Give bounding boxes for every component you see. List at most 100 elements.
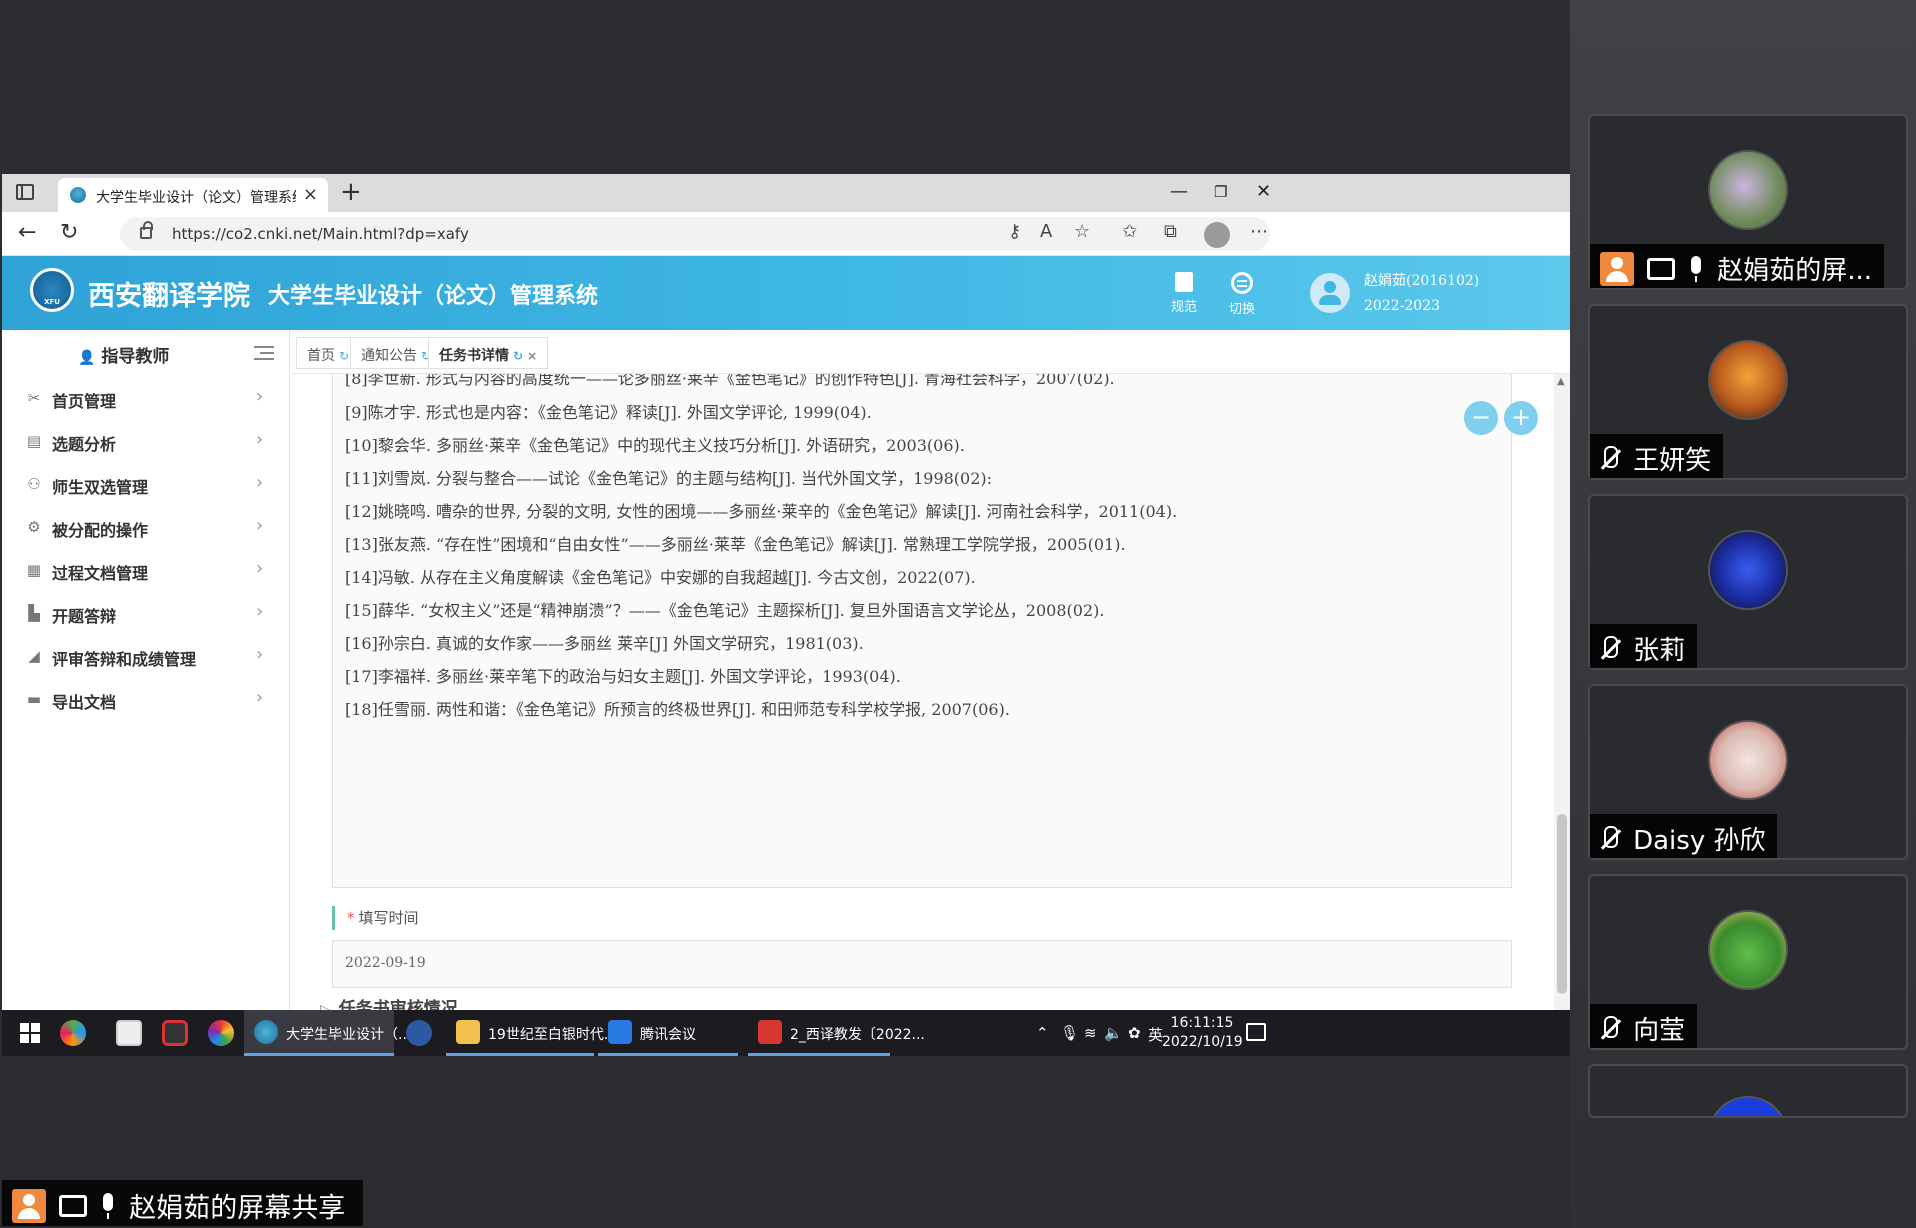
refresh-icon[interactable]: ↻ (339, 349, 349, 363)
sidebar-item-label: 师生双选管理 (52, 478, 149, 497)
refresh-icon[interactable]: ↻ (513, 349, 523, 363)
participant-name-bar: 向莹 (1590, 1004, 1698, 1048)
tab-actions-icon[interactable] (16, 184, 34, 200)
collections-icon[interactable]: ⧉ (1164, 222, 1177, 242)
more-menu-icon[interactable]: ⋯ (1250, 222, 1268, 242)
chevron-right-icon: › (256, 558, 264, 579)
close-tab-icon[interactable]: × (303, 184, 318, 205)
participant-tile[interactable]: 王妍笑 (1588, 304, 1908, 480)
reference-item: [11]刘雪岚. 分裂与整合——试论《金色笔记》的主题与结构[J]. 当代外国文… (345, 469, 993, 488)
required-mark: * (347, 909, 355, 927)
browser-tab[interactable]: 大学生毕业设计（论文）管理系统 × (58, 178, 328, 212)
restore-icon[interactable]: ❐ (1214, 182, 1227, 202)
host-icon (1600, 251, 1634, 286)
participant-tile[interactable]: Daisy 孙欣 (1588, 684, 1908, 860)
muted-microphone-icon (1600, 1015, 1618, 1042)
muted-microphone-icon (1600, 635, 1618, 662)
reload-icon[interactable]: ↻ (60, 221, 78, 245)
guidelines-label: 规范 (1170, 300, 1197, 315)
pinned-app-icon[interactable] (406, 1020, 432, 1046)
taskbar-app-tencent-meeting[interactable]: 腾讯会议 (598, 1010, 738, 1056)
fill-time-text: 填写时间 (358, 909, 419, 927)
collapse-sidebar-icon[interactable] (254, 346, 274, 360)
minimize-icon[interactable]: — (1170, 182, 1188, 202)
switch-icon (1231, 272, 1253, 294)
bar-chart-icon: ▙ (28, 604, 40, 622)
review-section-toggle[interactable]: ▷ 任务书审核情况 (320, 994, 458, 1010)
participant-tile[interactable]: 赵娟茹的屏... (1588, 114, 1908, 290)
tab-label: 通知公告 (361, 348, 417, 364)
ime-status-icon[interactable]: ✿ (1128, 1024, 1141, 1042)
recorder-icon[interactable] (162, 1020, 188, 1046)
participant-tile[interactable]: 向莹 (1588, 874, 1908, 1050)
tab-task-details[interactable]: 任务书详情 ↻ × (428, 337, 549, 369)
teacher-icon: 👤 (78, 350, 96, 366)
role-title: 👤 指导教师 (78, 342, 169, 367)
chevron-right-icon: › (256, 515, 264, 536)
role-label: 指导教师 (101, 347, 170, 367)
key-icon[interactable]: ⚷ (1008, 222, 1021, 242)
screen-share-banner: 赵娟茹的屏幕共享 (2, 1180, 364, 1226)
microphone-icon (100, 1192, 116, 1219)
reference-item: [10]黎会华. 多丽丝·莱辛《金色笔记》中的现代主义技巧分析[J]. 外语研究… (345, 436, 965, 455)
taskbar-clock[interactable]: 16:11:15 2022/10/19 (1162, 1014, 1243, 1052)
back-icon[interactable]: ← (18, 221, 36, 245)
notification-icon[interactable] (1246, 1023, 1266, 1041)
sidebar-item-label: 评审答辩和成绩管理 (52, 650, 197, 669)
favorites-icon[interactable]: ✩ (1122, 222, 1137, 242)
zoom-in-button[interactable]: + (1504, 401, 1538, 435)
user-avatar[interactable] (1310, 273, 1350, 313)
tools-icon: ✂ (27, 389, 41, 407)
microphone-icon[interactable]: 🎙 (1060, 1024, 1079, 1042)
sidebar: 👤 指导教师 ✂ 首页管理 › ▤ 选题分析 › ⚇ 师生双选管理 › ⚙ 被分… (2, 330, 290, 1010)
sidebar-item-label: 过程文档管理 (52, 564, 149, 583)
screen-share-icon (59, 1194, 88, 1217)
store-icon[interactable] (116, 1020, 142, 1046)
add-favorite-icon[interactable]: ☆ (1074, 222, 1090, 242)
profile-icon[interactable] (1204, 222, 1230, 248)
reference-item: [15]薛华. “女权主义”还是“精神崩溃”？——《金色笔记》主题探析[J]. … (345, 601, 1105, 620)
taskbar-app-wps[interactable]: 2_西译教发〔2022... (748, 1010, 925, 1056)
participant-name: 张莉 (1633, 636, 1686, 666)
color-app-icon[interactable] (208, 1020, 234, 1046)
participant-tile[interactable]: 张莉 (1588, 494, 1908, 670)
participant-name: 向莹 (1633, 1016, 1686, 1046)
chevron-up-icon[interactable]: ⌃ (1036, 1024, 1049, 1042)
content-scrollbar[interactable]: ▲ (1554, 374, 1570, 1010)
participant-name: Daisy 孙欣 (1633, 826, 1766, 856)
url-field[interactable]: https://co2.cnki.net/Main.html?dp=xafy (120, 217, 1270, 251)
participant-name: 赵娟茹的屏... (1717, 256, 1873, 286)
participant-avatar (1708, 150, 1788, 230)
expand-triangle-icon: ▷ (320, 1002, 331, 1010)
taskbar-app-browser[interactable]: 大学生毕业设计（... (244, 1010, 411, 1056)
windows-start-icon[interactable] (20, 1023, 40, 1043)
taskbar-app-folder[interactable]: 19世纪至白银时代... (446, 1010, 617, 1056)
close-tab-icon[interactable]: × (527, 349, 537, 363)
scroll-up-icon[interactable]: ▲ (1557, 376, 1565, 387)
participant-avatar (1708, 910, 1788, 990)
participant-tile[interactable] (1588, 1064, 1908, 1118)
sidebar-item-export-documents[interactable]: ▬ 导出文档 › (2, 675, 290, 727)
close-window-icon[interactable]: ✕ (1256, 182, 1271, 202)
read-aloud-icon[interactable]: A (1040, 222, 1052, 242)
scrollbar-thumb[interactable] (1557, 814, 1567, 994)
meeting-participants-panel: 赵娟茹的屏... 王妍笑 张莉 Daisy 孙欣 向莹 (1570, 0, 1916, 1228)
reference-item: [9]陈才宇. 形式也是内容：《金色笔记》释读[J]. 外国文学评论, 1999… (345, 403, 872, 422)
participant-avatar (1708, 340, 1788, 420)
guidelines-button[interactable]: 规范 (1164, 272, 1204, 315)
wifi-icon[interactable]: ≋ (1084, 1024, 1097, 1042)
fill-time-field[interactable]: 2022-09-19 (332, 940, 1512, 988)
reference-item: [16]孙宗白. 真诚的女作家——多丽丝 莱辛[J] 外国文学研究，1981(0… (345, 634, 864, 653)
participant-name-bar: 张莉 (1590, 624, 1698, 668)
user-name[interactable]: 赵娟茹(2016102) (1364, 270, 1479, 290)
ime-language[interactable]: 英 (1148, 1024, 1163, 1045)
new-tab-icon[interactable]: + (340, 177, 362, 207)
clock-time: 16:11:15 (1170, 1015, 1234, 1031)
volume-icon[interactable]: 🔈 (1104, 1024, 1123, 1042)
pinned-app-icon[interactable] (60, 1020, 86, 1046)
chevron-right-icon: › (256, 386, 264, 407)
chevron-right-icon: › (256, 429, 264, 450)
switch-button[interactable]: 切换 (1222, 272, 1262, 317)
zoom-out-button[interactable]: − (1464, 401, 1498, 435)
sidebar-item-label: 首页管理 (52, 392, 117, 411)
